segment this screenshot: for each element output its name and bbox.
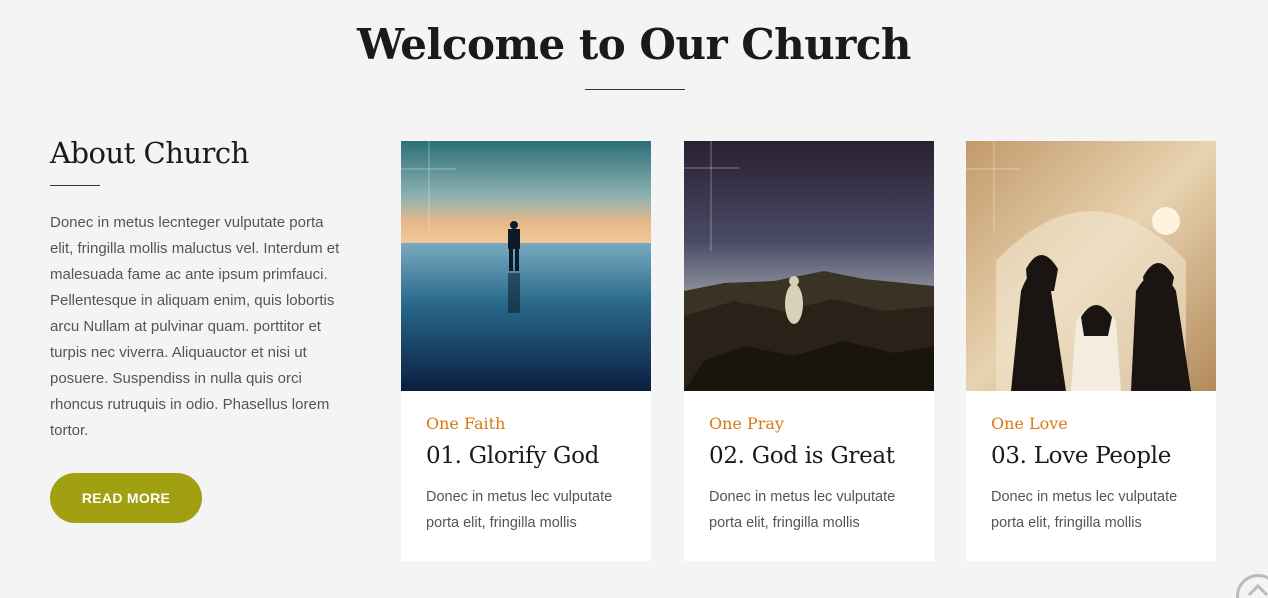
scroll-to-top-button[interactable] [1236,574,1268,598]
title-divider [585,89,685,90]
about-divider [50,185,100,186]
card-image[interactable] [401,141,651,391]
about-block: About Church Donec in metus lecnteger vu… [50,136,350,444]
card-description: Donec in metus lec vulputate porta elit,… [709,489,896,531]
read-more-button[interactable]: READ MORE [50,473,202,523]
card-love-people[interactable]: One Love 03. Love People Donec in metus … [966,141,1216,561]
card-glorify-god[interactable]: One Faith 01. Glorify God Donec in metus… [401,141,651,561]
card-image[interactable] [966,141,1216,391]
card-title[interactable]: 02. God is Great [709,443,895,469]
card-image[interactable] [684,141,934,391]
card-kicker: One Pray [709,414,784,433]
about-text: Donec in metus lecnteger vulputate porta… [50,214,340,439]
about-heading: About Church [50,136,249,170]
card-kicker: One Love [991,414,1068,433]
section-title: Welcome to Our Church [357,20,911,69]
card-description: Donec in metus lec vulputate porta elit,… [426,489,613,531]
card-god-is-great[interactable]: One Pray 02. God is Great Donec in metus… [684,141,934,561]
chevron-up-icon [1247,583,1268,597]
card-title[interactable]: 01. Glorify God [426,443,599,469]
card-title[interactable]: 03. Love People [991,443,1171,469]
card-description: Donec in metus lec vulputate porta elit,… [991,489,1178,531]
card-kicker: One Faith [426,414,506,433]
